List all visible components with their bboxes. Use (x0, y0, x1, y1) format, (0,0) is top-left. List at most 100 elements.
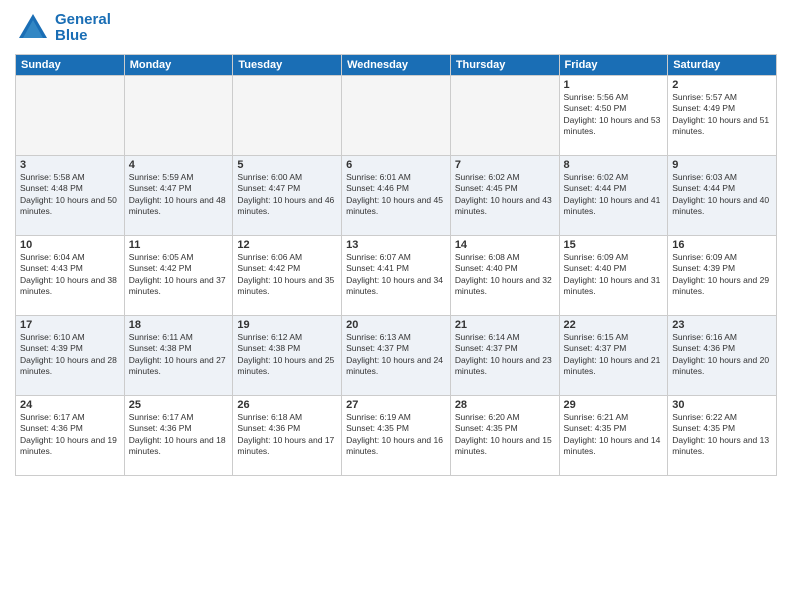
day-info: Sunrise: 6:16 AMSunset: 4:36 PMDaylight:… (672, 332, 772, 378)
weekday-tuesday: Tuesday (233, 55, 342, 76)
day-number: 2 (672, 79, 772, 91)
day-number: 10 (20, 239, 120, 251)
day-number: 7 (455, 159, 555, 171)
week-row-2: 3Sunrise: 5:58 AMSunset: 4:48 PMDaylight… (16, 156, 777, 236)
day-number: 15 (564, 239, 664, 251)
page-header: General Blue (15, 10, 777, 46)
day-info: Sunrise: 6:15 AMSunset: 4:37 PMDaylight:… (564, 332, 664, 378)
day-cell: 19Sunrise: 6:12 AMSunset: 4:38 PMDayligh… (233, 316, 342, 396)
day-number: 24 (20, 399, 120, 411)
day-info: Sunrise: 6:17 AMSunset: 4:36 PMDaylight:… (129, 412, 229, 458)
day-number: 18 (129, 319, 229, 331)
day-info: Sunrise: 6:07 AMSunset: 4:41 PMDaylight:… (346, 252, 446, 298)
day-info: Sunrise: 6:22 AMSunset: 4:35 PMDaylight:… (672, 412, 772, 458)
day-cell (124, 76, 233, 156)
day-info: Sunrise: 6:10 AMSunset: 4:39 PMDaylight:… (20, 332, 120, 378)
logo-icon (15, 10, 51, 46)
day-info: Sunrise: 6:12 AMSunset: 4:38 PMDaylight:… (237, 332, 337, 378)
day-cell: 7Sunrise: 6:02 AMSunset: 4:45 PMDaylight… (450, 156, 559, 236)
day-number: 4 (129, 159, 229, 171)
day-number: 22 (564, 319, 664, 331)
day-cell: 1Sunrise: 5:56 AMSunset: 4:50 PMDaylight… (559, 76, 668, 156)
weekday-monday: Monday (124, 55, 233, 76)
day-cell: 2Sunrise: 5:57 AMSunset: 4:49 PMDaylight… (668, 76, 777, 156)
day-info: Sunrise: 6:04 AMSunset: 4:43 PMDaylight:… (20, 252, 120, 298)
day-number: 20 (346, 319, 446, 331)
weekday-saturday: Saturday (668, 55, 777, 76)
day-cell (450, 76, 559, 156)
day-info: Sunrise: 5:56 AMSunset: 4:50 PMDaylight:… (564, 92, 664, 138)
day-info: Sunrise: 5:58 AMSunset: 4:48 PMDaylight:… (20, 172, 120, 218)
day-cell: 27Sunrise: 6:19 AMSunset: 4:35 PMDayligh… (342, 396, 451, 476)
day-info: Sunrise: 6:00 AMSunset: 4:47 PMDaylight:… (237, 172, 337, 218)
day-info: Sunrise: 6:11 AMSunset: 4:38 PMDaylight:… (129, 332, 229, 378)
day-number: 23 (672, 319, 772, 331)
day-info: Sunrise: 6:18 AMSunset: 4:36 PMDaylight:… (237, 412, 337, 458)
logo: General Blue (15, 10, 111, 46)
day-cell: 4Sunrise: 5:59 AMSunset: 4:47 PMDaylight… (124, 156, 233, 236)
day-cell: 9Sunrise: 6:03 AMSunset: 4:44 PMDaylight… (668, 156, 777, 236)
day-info: Sunrise: 6:02 AMSunset: 4:45 PMDaylight:… (455, 172, 555, 218)
page: General Blue SundayMondayTuesdayWednesda… (0, 0, 792, 612)
day-info: Sunrise: 6:08 AMSunset: 4:40 PMDaylight:… (455, 252, 555, 298)
day-cell: 12Sunrise: 6:06 AMSunset: 4:42 PMDayligh… (233, 236, 342, 316)
day-cell: 21Sunrise: 6:14 AMSunset: 4:37 PMDayligh… (450, 316, 559, 396)
day-cell: 8Sunrise: 6:02 AMSunset: 4:44 PMDaylight… (559, 156, 668, 236)
day-cell: 3Sunrise: 5:58 AMSunset: 4:48 PMDaylight… (16, 156, 125, 236)
day-info: Sunrise: 6:13 AMSunset: 4:37 PMDaylight:… (346, 332, 446, 378)
weekday-header-row: SundayMondayTuesdayWednesdayThursdayFrid… (16, 55, 777, 76)
day-number: 1 (564, 79, 664, 91)
day-info: Sunrise: 6:09 AMSunset: 4:40 PMDaylight:… (564, 252, 664, 298)
day-cell: 20Sunrise: 6:13 AMSunset: 4:37 PMDayligh… (342, 316, 451, 396)
week-row-4: 17Sunrise: 6:10 AMSunset: 4:39 PMDayligh… (16, 316, 777, 396)
day-cell: 11Sunrise: 6:05 AMSunset: 4:42 PMDayligh… (124, 236, 233, 316)
day-number: 9 (672, 159, 772, 171)
day-cell: 17Sunrise: 6:10 AMSunset: 4:39 PMDayligh… (16, 316, 125, 396)
day-number: 17 (20, 319, 120, 331)
day-number: 8 (564, 159, 664, 171)
day-number: 30 (672, 399, 772, 411)
day-cell: 15Sunrise: 6:09 AMSunset: 4:40 PMDayligh… (559, 236, 668, 316)
day-cell: 6Sunrise: 6:01 AMSunset: 4:46 PMDaylight… (342, 156, 451, 236)
day-cell: 23Sunrise: 6:16 AMSunset: 4:36 PMDayligh… (668, 316, 777, 396)
day-cell: 13Sunrise: 6:07 AMSunset: 4:41 PMDayligh… (342, 236, 451, 316)
day-info: Sunrise: 6:01 AMSunset: 4:46 PMDaylight:… (346, 172, 446, 218)
day-number: 5 (237, 159, 337, 171)
day-cell (342, 76, 451, 156)
day-cell: 16Sunrise: 6:09 AMSunset: 4:39 PMDayligh… (668, 236, 777, 316)
day-number: 28 (455, 399, 555, 411)
day-cell: 18Sunrise: 6:11 AMSunset: 4:38 PMDayligh… (124, 316, 233, 396)
day-info: Sunrise: 6:14 AMSunset: 4:37 PMDaylight:… (455, 332, 555, 378)
day-cell: 22Sunrise: 6:15 AMSunset: 4:37 PMDayligh… (559, 316, 668, 396)
day-cell: 30Sunrise: 6:22 AMSunset: 4:35 PMDayligh… (668, 396, 777, 476)
weekday-sunday: Sunday (16, 55, 125, 76)
day-number: 12 (237, 239, 337, 251)
logo-text: General Blue (55, 12, 111, 45)
day-cell: 26Sunrise: 6:18 AMSunset: 4:36 PMDayligh… (233, 396, 342, 476)
calendar-table: SundayMondayTuesdayWednesdayThursdayFrid… (15, 54, 777, 476)
day-cell: 5Sunrise: 6:00 AMSunset: 4:47 PMDaylight… (233, 156, 342, 236)
day-number: 21 (455, 319, 555, 331)
day-cell: 10Sunrise: 6:04 AMSunset: 4:43 PMDayligh… (16, 236, 125, 316)
day-number: 27 (346, 399, 446, 411)
day-info: Sunrise: 6:06 AMSunset: 4:42 PMDaylight:… (237, 252, 337, 298)
day-number: 25 (129, 399, 229, 411)
day-cell: 28Sunrise: 6:20 AMSunset: 4:35 PMDayligh… (450, 396, 559, 476)
day-cell: 14Sunrise: 6:08 AMSunset: 4:40 PMDayligh… (450, 236, 559, 316)
day-info: Sunrise: 5:59 AMSunset: 4:47 PMDaylight:… (129, 172, 229, 218)
day-number: 3 (20, 159, 120, 171)
day-number: 11 (129, 239, 229, 251)
day-info: Sunrise: 6:21 AMSunset: 4:35 PMDaylight:… (564, 412, 664, 458)
day-cell (233, 76, 342, 156)
weekday-thursday: Thursday (450, 55, 559, 76)
day-info: Sunrise: 5:57 AMSunset: 4:49 PMDaylight:… (672, 92, 772, 138)
day-cell: 25Sunrise: 6:17 AMSunset: 4:36 PMDayligh… (124, 396, 233, 476)
day-info: Sunrise: 6:19 AMSunset: 4:35 PMDaylight:… (346, 412, 446, 458)
day-number: 19 (237, 319, 337, 331)
day-info: Sunrise: 6:02 AMSunset: 4:44 PMDaylight:… (564, 172, 664, 218)
weekday-wednesday: Wednesday (342, 55, 451, 76)
week-row-1: 1Sunrise: 5:56 AMSunset: 4:50 PMDaylight… (16, 76, 777, 156)
day-number: 13 (346, 239, 446, 251)
week-row-3: 10Sunrise: 6:04 AMSunset: 4:43 PMDayligh… (16, 236, 777, 316)
day-number: 26 (237, 399, 337, 411)
